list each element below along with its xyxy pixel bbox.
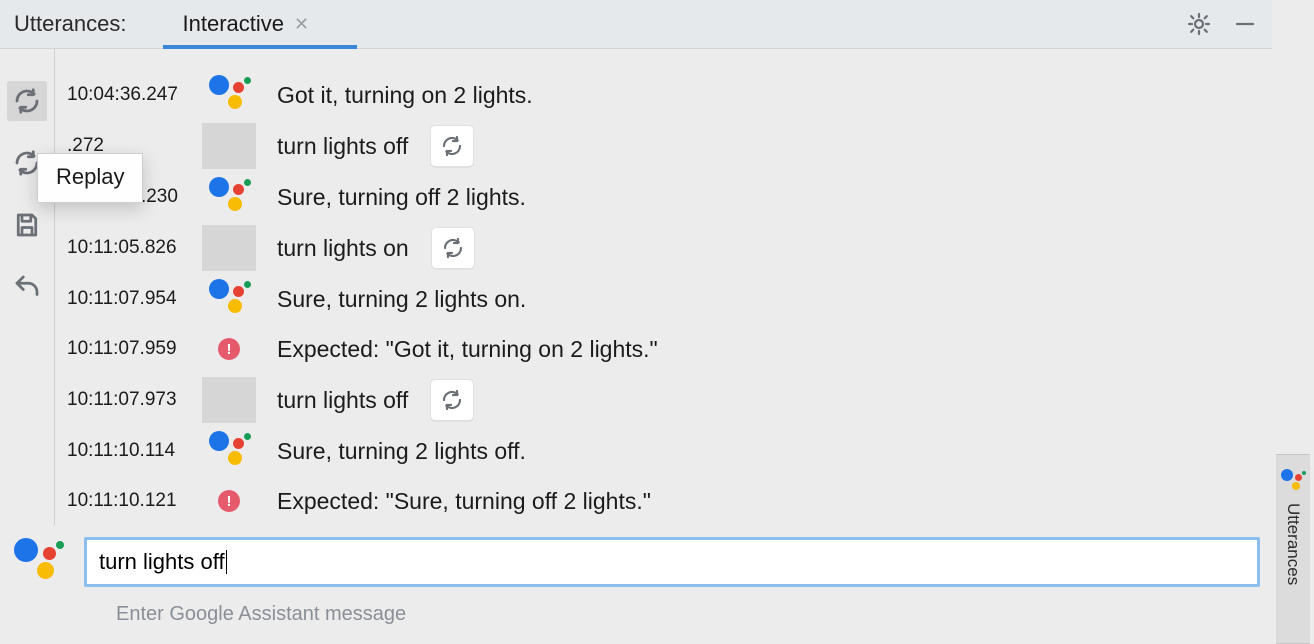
user-avatar: [202, 225, 256, 271]
user-avatar: [202, 377, 256, 423]
replay-inline-button[interactable]: [430, 379, 474, 421]
log-row: 10:11:07.959 Expected: "Got it, turning o…: [61, 327, 1272, 371]
sidebar-tab-utterances[interactable]: Utterances: [1276, 454, 1310, 644]
log-message: turn lights off: [257, 387, 408, 414]
input-hint: Enter Google Assistant message: [116, 603, 1260, 626]
gear-icon[interactable]: [1180, 5, 1218, 43]
timestamp: 10:11:07.959: [61, 338, 201, 360]
close-icon[interactable]: ✕: [294, 14, 309, 35]
assistant-logo-icon: [1280, 469, 1306, 493]
undo-icon[interactable]: [7, 267, 47, 307]
timestamp: 10:11:10.114: [61, 440, 201, 462]
log-row: 10:11:10.121 Expected: "Sure, turning off…: [61, 479, 1272, 523]
assistant-logo-icon: [207, 431, 252, 471]
tab-interactive[interactable]: Interactive ✕: [175, 1, 318, 47]
log-message: Sure, turning 2 lights on.: [257, 286, 526, 313]
log-message: Sure, turning off 2 lights.: [257, 184, 526, 211]
panel-caption: Utterances:: [14, 11, 127, 37]
text-caret: [226, 550, 228, 574]
log-row: 10:04:36.247 Got it, turning on 2 lights.: [61, 73, 1272, 117]
tab-bar: Utterances: Interactive ✕: [0, 0, 1272, 49]
error-icon: [218, 490, 240, 512]
message-input[interactable]: turn lights off: [84, 537, 1260, 587]
timestamp: 10:11:10.121: [61, 490, 201, 512]
timestamp: 10:11:05.826: [61, 237, 201, 259]
log-message: Expected: "Sure, turning off 2 lights.": [257, 488, 651, 515]
assistant-logo-icon: [12, 538, 66, 586]
right-sidebar: Utterances: [1272, 0, 1314, 644]
save-icon[interactable]: [7, 205, 47, 245]
log-row: 10:11:05.826 turn lights on: [61, 225, 1272, 271]
log-row: 10:11:07.954 Sure, turning 2 lights on.: [61, 277, 1272, 321]
replay-tooltip: Replay: [37, 153, 143, 203]
minimize-icon[interactable]: [1226, 5, 1264, 43]
tab-label: Interactive: [183, 11, 285, 37]
replay-inline-button[interactable]: [431, 227, 475, 269]
log-row: 10:11:10.114 Sure, turning 2 lights off.: [61, 429, 1272, 473]
log-message: Expected: "Got it, turning on 2 lights.": [257, 336, 658, 363]
assistant-logo-icon: [207, 177, 252, 217]
error-icon: [218, 338, 240, 360]
replay-inline-button[interactable]: [430, 125, 474, 167]
log-message: Got it, turning on 2 lights.: [257, 82, 533, 109]
assistant-logo-icon: [207, 279, 252, 319]
timestamp: 10:11:07.973: [61, 389, 201, 411]
log-row: .272turn lights off: [61, 123, 1272, 169]
log-row: 10:06:55.230Sure, turning off 2 lights.: [61, 175, 1272, 219]
timestamp: 10:11:07.954: [61, 288, 201, 310]
replay-button[interactable]: [7, 81, 47, 121]
left-rail: Replay: [0, 49, 54, 525]
message-input-value: turn lights off: [99, 549, 225, 575]
log-message: turn lights off: [257, 133, 408, 160]
input-area: turn lights off Enter Google Assistant m…: [0, 525, 1272, 644]
user-avatar: [202, 123, 256, 169]
conversation-log: 10:04:36.247 Got it, turning on 2 lights.…: [54, 49, 1272, 525]
assistant-logo-icon: [207, 75, 252, 115]
log-message: Sure, turning 2 lights off.: [257, 438, 526, 465]
sidebar-tab-label: Utterances: [1283, 503, 1303, 585]
log-row: 10:11:07.973 turn lights off: [61, 377, 1272, 423]
log-message: turn lights on: [257, 235, 409, 262]
timestamp: 10:04:36.247: [61, 84, 201, 106]
